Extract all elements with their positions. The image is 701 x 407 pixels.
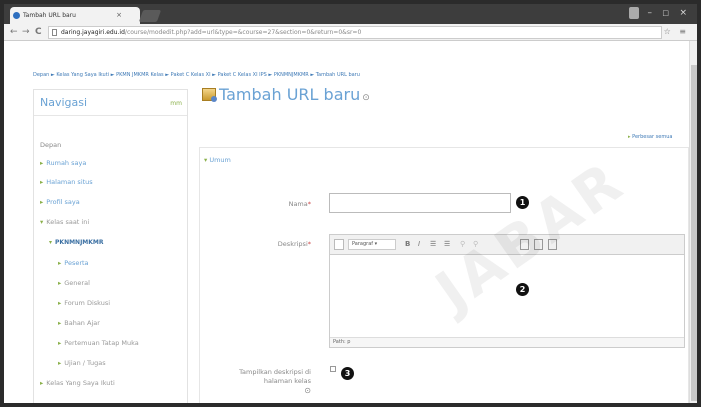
block-toggle-icon[interactable]: mm: [170, 100, 182, 107]
toolbar-toggle-icon[interactable]: [334, 239, 344, 250]
sidebar-item-rumah-saya[interactable]: ▸ Rumah saya: [40, 159, 86, 167]
name-input[interactable]: [329, 193, 511, 213]
address-bar[interactable]: daring.jayagiri.edu.id/course/modedit.ph…: [48, 26, 662, 39]
section-header[interactable]: ▾ Umum: [204, 156, 231, 164]
italic-button[interactable]: I: [418, 239, 420, 250]
sidebar-item-kelas-yang-saya-ikuti[interactable]: ▸ Kelas Yang Saya Ikuti: [40, 379, 115, 387]
show-description-label: Tampilkan deskripsi di halaman kelas ⊙: [239, 368, 311, 395]
numbered-list-icon[interactable]: ☰: [444, 239, 450, 250]
bullet-list-icon[interactable]: ☰: [430, 239, 436, 250]
favicon-icon: [13, 12, 20, 19]
reload-icon[interactable]: C: [35, 26, 42, 38]
navigation-block: Navigasi mm Depan ▸ Rumah saya ▸ Halaman s…: [33, 89, 188, 403]
maximize-button[interactable]: □: [662, 6, 669, 20]
browser-tab[interactable]: Tambah URL baru ×: [10, 7, 140, 24]
description-label: Deskripsi*: [277, 240, 311, 248]
paragraph-select[interactable]: Paragraf ▾: [348, 239, 396, 250]
sidebar-item-pertemuan[interactable]: ▸ Pertemuan Tatap Muka: [58, 339, 139, 347]
browser-toolbar: ← → C daring.jayagiri.edu.id/course/mode…: [4, 24, 697, 41]
navigation-header: Navigasi mm: [34, 90, 187, 116]
show-description-checkbox[interactable]: [330, 366, 336, 372]
menu-icon[interactable]: ☆ ≡: [664, 27, 689, 36]
sidebar-item-bahan-ajar[interactable]: ▸ Bahan Ajar: [58, 319, 100, 327]
back-icon[interactable]: ←: [10, 26, 18, 38]
page-title-text: Tambah URL baru: [219, 85, 361, 104]
sidebar-item-profil-saya[interactable]: ▸ Profil saya: [40, 198, 80, 206]
bold-button[interactable]: B: [405, 239, 410, 250]
minimize-button[interactable]: –: [648, 6, 653, 20]
sidebar-item-ujian-tugas[interactable]: ▸ Ujian / Tugas: [58, 359, 106, 367]
tab-close-icon[interactable]: ×: [116, 7, 122, 24]
tab-title: Tambah URL baru: [23, 12, 76, 19]
browser-window: Tambah URL baru × – □ × ← → C daring.jay…: [0, 0, 701, 407]
new-tab-button[interactable]: [138, 10, 162, 22]
navigation-title: Navigasi: [40, 96, 88, 109]
scrollbar-thumb[interactable]: [691, 65, 697, 401]
forward-icon[interactable]: →: [22, 26, 30, 38]
breadcrumb[interactable]: Depan ► Kelas Yang Saya Ikuti ► PKMN JMK…: [33, 72, 360, 78]
url-host: daring.jayagiri.edu.id: [61, 29, 125, 36]
profile-icon[interactable]: [629, 7, 639, 19]
sidebar-item-peserta[interactable]: ▸ Peserta: [58, 259, 89, 267]
sidebar-item-course[interactable]: ▾ PKNMNJMKMR: [49, 239, 104, 246]
sidebar-item-halaman-situs[interactable]: ▸ Halaman situs: [40, 178, 93, 186]
page-icon: [52, 29, 57, 36]
expand-all-link[interactable]: ▸ Perbesar semua: [628, 134, 672, 140]
editor-path: Path: p: [330, 337, 684, 347]
name-label: Nama*: [288, 200, 311, 208]
help-icon[interactable]: ⊙: [362, 93, 370, 103]
sidebar-item-depan[interactable]: Depan: [40, 141, 61, 149]
sidebar-item-general[interactable]: ▸ General: [58, 279, 90, 287]
page-scrollbar[interactable]: [689, 41, 697, 403]
sidebar-item-forum-diskusi[interactable]: ▸ Forum Diskusi: [58, 299, 110, 307]
tab-strip: Tambah URL baru × – □ ×: [4, 4, 697, 24]
close-window-button[interactable]: ×: [679, 6, 687, 20]
url-resource-icon: [202, 88, 217, 102]
show-description-help-icon[interactable]: ⊙: [304, 386, 311, 395]
sidebar-item-kelas-saat-ini[interactable]: ▾ Kelas saat ini: [40, 218, 89, 226]
url-path: /course/modedit.php?add=url&type=&course…: [124, 29, 362, 36]
callout-badge-3: 3: [341, 367, 354, 380]
page-title: Tambah URL baru ⊙: [202, 85, 370, 104]
